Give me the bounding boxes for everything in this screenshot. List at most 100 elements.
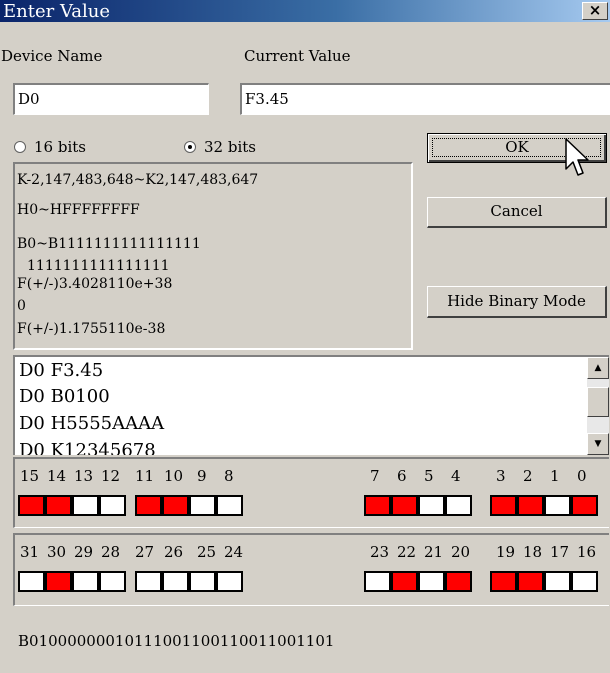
radio-16-label: 16 bits xyxy=(34,138,86,156)
dialog-title: Enter Value xyxy=(3,1,111,22)
bit-high-toggle[interactable] xyxy=(418,571,445,592)
bits-low-panel: 15 14 13 12 11 10 9 8 7 6 5 4 3 2 1 0 xyxy=(13,457,609,528)
bit-high-toggle[interactable] xyxy=(189,571,216,592)
bit-low-toggle[interactable] xyxy=(364,495,391,516)
bit-high-number-label: 27 xyxy=(135,543,155,561)
bit-high-toggle[interactable] xyxy=(544,571,571,592)
bit-high-toggle[interactable] xyxy=(490,571,517,592)
current-value-label: Current Value xyxy=(244,47,351,65)
bit-high-number-label: 26 xyxy=(164,543,184,561)
bit-high-toggle[interactable] xyxy=(162,571,189,592)
range-h: H0~HFFFFFFFF xyxy=(17,202,140,218)
bit-low-toggle[interactable] xyxy=(445,495,472,516)
close-icon: × xyxy=(588,1,602,19)
range-f-min: F(+/-)1.1755110e-38 xyxy=(17,321,166,337)
hide-binary-mode-label: Hide Binary Mode xyxy=(447,292,586,310)
cancel-button-label: Cancel xyxy=(490,202,543,220)
bit-low-toggle[interactable] xyxy=(162,495,189,516)
bit-low-toggle[interactable] xyxy=(490,495,517,516)
bit-high-toggle[interactable] xyxy=(135,571,162,592)
bit-high-toggle[interactable] xyxy=(445,571,472,592)
down-arrow-icon: ▼ xyxy=(594,439,602,449)
bit-high-number-label: 21 xyxy=(424,543,444,561)
bit-high-toggle[interactable] xyxy=(364,571,391,592)
bit-high-number-label: 17 xyxy=(550,543,570,561)
bit-low-number-label: 11 xyxy=(135,467,155,485)
radio-32-indicator xyxy=(184,141,196,153)
bit-low-toggle[interactable] xyxy=(72,495,99,516)
bit-low-toggle[interactable] xyxy=(544,495,571,516)
bit-high-number-label: 19 xyxy=(496,543,516,561)
bit-low-number-label: 10 xyxy=(164,467,184,485)
bit-high-number-label: 23 xyxy=(370,543,390,561)
bit-high-number-label: 28 xyxy=(101,543,121,561)
bit-low-number-label: 0 xyxy=(577,467,587,485)
range-k: K-2,147,483,648~K2,147,483,647 xyxy=(17,172,259,188)
bit-low-number-label: 8 xyxy=(224,467,234,485)
scroll-up-button[interactable]: ▲ xyxy=(587,357,609,379)
range-f-max: F(+/-)3.4028110e+38 xyxy=(17,276,173,292)
range-b-line2: 1111111111111111 xyxy=(27,258,170,274)
bit-low-toggle[interactable] xyxy=(391,495,418,516)
history-item[interactable]: D0 B0100 xyxy=(19,386,110,407)
bit-high-number-label: 31 xyxy=(20,543,40,561)
bit-high-number-label: 25 xyxy=(197,543,217,561)
radio-32-bits[interactable]: 32 bits xyxy=(184,138,256,156)
bit-low-toggle[interactable] xyxy=(45,495,72,516)
scroll-thumb[interactable] xyxy=(587,387,609,417)
bit-high-number-label: 18 xyxy=(523,543,543,561)
bit-low-number-label: 1 xyxy=(550,467,560,485)
bit-low-toggle[interactable] xyxy=(517,495,544,516)
radio-32-label: 32 bits xyxy=(204,138,256,156)
value-range-info: K-2,147,483,648~K2,147,483,647 H0~HFFFFF… xyxy=(13,162,413,350)
history-item[interactable]: D0 H5555AAAA xyxy=(19,413,164,434)
bit-low-toggle[interactable] xyxy=(216,495,243,516)
bit-low-number-label: 14 xyxy=(47,467,67,485)
bit-low-number-label: 13 xyxy=(74,467,94,485)
mouse-pointer-icon xyxy=(565,138,589,176)
history-item[interactable]: D0 K12345678 xyxy=(19,440,156,455)
bit-low-number-label: 7 xyxy=(370,467,380,485)
enter-value-dialog: Enter Value × Device Name Current Value … xyxy=(0,0,610,673)
bit-high-toggle[interactable] xyxy=(391,571,418,592)
range-zero: 0 xyxy=(17,298,26,314)
bit-low-number-label: 2 xyxy=(523,467,533,485)
bit-low-toggle[interactable] xyxy=(189,495,216,516)
binary-string: B01000000010111001100110011001101 xyxy=(18,632,335,650)
bit-high-number-label: 30 xyxy=(47,543,67,561)
bit-high-toggle[interactable] xyxy=(45,571,72,592)
up-arrow-icon: ▲ xyxy=(594,363,602,373)
bit-low-toggle[interactable] xyxy=(571,495,598,516)
bit-low-number-label: 12 xyxy=(101,467,121,485)
bit-low-toggle[interactable] xyxy=(18,495,45,516)
radio-16-indicator xyxy=(14,141,26,153)
scroll-down-button[interactable]: ▼ xyxy=(587,433,609,455)
device-name-input[interactable]: D0 xyxy=(13,83,209,115)
bit-low-toggle[interactable] xyxy=(135,495,162,516)
bit-high-toggle[interactable] xyxy=(72,571,99,592)
bit-low-toggle[interactable] xyxy=(99,495,126,516)
bit-high-number-label: 29 xyxy=(74,543,94,561)
bit-low-number-label: 5 xyxy=(424,467,434,485)
title-bar: Enter Value × xyxy=(0,0,610,22)
bit-high-number-label: 16 xyxy=(577,543,597,561)
history-scrollbar[interactable]: ▲ ▼ xyxy=(587,357,609,455)
bit-high-number-label: 22 xyxy=(397,543,417,561)
close-button[interactable]: × xyxy=(582,2,608,20)
bit-low-number-label: 3 xyxy=(496,467,506,485)
history-item[interactable]: D0 F3.45 xyxy=(19,360,103,381)
history-list[interactable]: D0 F3.45 D0 B0100 D0 H5555AAAA D0 K12345… xyxy=(13,355,609,455)
bit-high-toggle[interactable] xyxy=(216,571,243,592)
cancel-button[interactable]: Cancel xyxy=(427,197,607,228)
device-name-label: Device Name xyxy=(1,47,103,65)
hide-binary-mode-button[interactable]: Hide Binary Mode xyxy=(427,286,607,318)
bit-high-toggle[interactable] xyxy=(517,571,544,592)
bit-high-toggle[interactable] xyxy=(571,571,598,592)
radio-16-bits[interactable]: 16 bits xyxy=(14,138,86,156)
bit-low-toggle[interactable] xyxy=(418,495,445,516)
bit-low-number-label: 4 xyxy=(451,467,461,485)
current-value-input[interactable]: F3.45 xyxy=(240,83,610,115)
bit-high-toggle[interactable] xyxy=(18,571,45,592)
bit-high-toggle[interactable] xyxy=(99,571,126,592)
bit-high-number-label: 24 xyxy=(224,543,244,561)
